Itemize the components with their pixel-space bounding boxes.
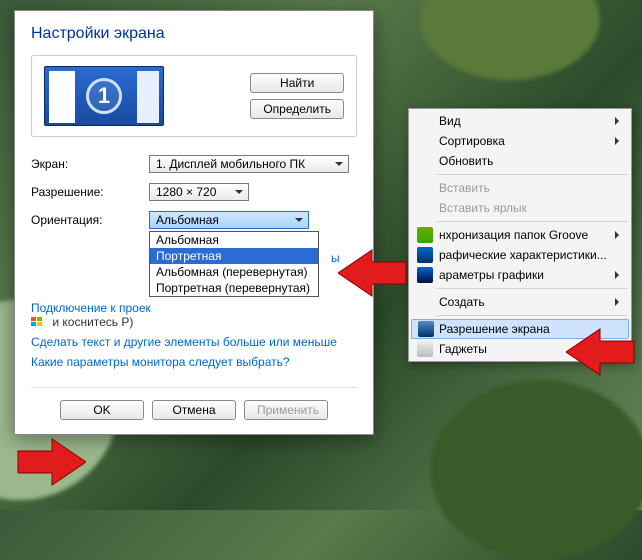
submenu-arrow-icon: [615, 137, 623, 145]
ctx-graphics-options[interactable]: араметры графики: [411, 265, 629, 285]
find-button[interactable]: Найти: [250, 73, 344, 93]
ctx-graphics-props[interactable]: рафические характеристики...: [411, 245, 629, 265]
orientation-option[interactable]: Портретная (перевернутая): [150, 280, 318, 296]
orientation-dropdown: Альбомная Портретная Альбомная (переверн…: [149, 231, 319, 297]
ctx-view[interactable]: Вид: [411, 111, 629, 131]
graphics-icon: [417, 247, 433, 263]
gadgets-icon: [417, 341, 433, 357]
monitor-help-link[interactable]: Какие параметры монитора следует выбрать…: [31, 355, 357, 369]
monitor-preview[interactable]: 1: [44, 66, 164, 126]
resolution-select[interactable]: 1280 × 720: [149, 183, 249, 201]
screen-label: Экран:: [31, 157, 149, 171]
monitor-number: 1: [86, 78, 122, 114]
ok-button[interactable]: OK: [60, 400, 144, 420]
annotation-arrow-icon: [16, 437, 86, 487]
submenu-arrow-icon: [615, 117, 623, 125]
annotation-arrow-icon: [338, 248, 408, 298]
orientation-option[interactable]: Альбомная: [150, 232, 318, 248]
dialog-title: Настройки экрана: [31, 25, 357, 43]
ctx-groove-sync[interactable]: нхронизация папок Groove: [411, 225, 629, 245]
ctx-sort[interactable]: Сортировка: [411, 131, 629, 151]
ctx-create[interactable]: Создать: [411, 292, 629, 312]
ctx-paste-shortcut: Вставить ярлык: [411, 198, 629, 218]
apply-button[interactable]: Применить: [244, 400, 328, 420]
display-preview-group: 1 Найти Определить: [31, 55, 357, 137]
ctx-paste: Вставить: [411, 178, 629, 198]
graphics-icon: [417, 267, 433, 283]
identify-button[interactable]: Определить: [250, 99, 344, 119]
text-size-link[interactable]: Сделать текст и другие элементы больше и…: [31, 335, 357, 349]
orientation-select[interactable]: Альбомная: [149, 211, 309, 229]
cancel-button[interactable]: Отмена: [152, 400, 236, 420]
ctx-refresh[interactable]: Обновить: [411, 151, 629, 171]
submenu-arrow-icon: [615, 271, 623, 279]
resolution-label: Разрешение:: [31, 185, 149, 199]
dialog-footer: OK Отмена Применить: [31, 387, 357, 420]
submenu-arrow-icon: [615, 298, 623, 306]
windows-flag-icon: [31, 317, 45, 329]
orientation-option[interactable]: Портретная: [150, 248, 318, 264]
desktop-context-menu: Вид Сортировка Обновить Вставить Вставит…: [408, 108, 632, 362]
groove-icon: [417, 227, 433, 243]
resolution-icon: [418, 321, 434, 337]
display-settings-dialog: Настройки экрана 1 Найти Определить Экра…: [14, 10, 374, 435]
submenu-arrow-icon: [615, 231, 623, 239]
projector-hint: и коснитесь P): [52, 315, 133, 329]
orientation-label: Ориентация:: [31, 213, 149, 227]
annotation-arrow-icon: [566, 327, 636, 377]
screen-select[interactable]: 1. Дисплей мобильного ПК: [149, 155, 349, 173]
orientation-option[interactable]: Альбомная (перевернутая): [150, 264, 318, 280]
projector-link[interactable]: Подключение к проек: [31, 301, 151, 315]
